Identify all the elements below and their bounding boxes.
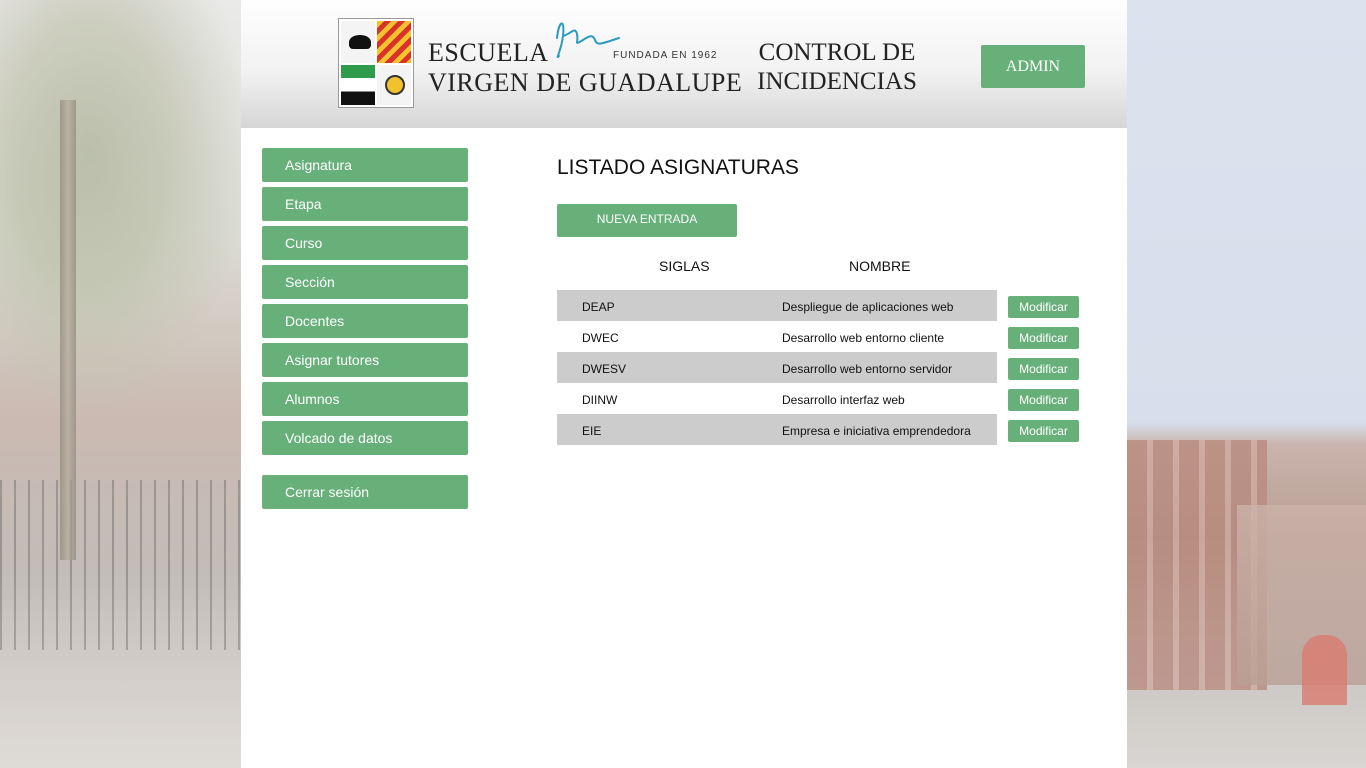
sidebar-item-alumnos[interactable]: Alumnos xyxy=(262,382,468,416)
table-row: DWEC Desarrollo web entorno cliente Modi… xyxy=(557,321,1087,352)
school-name-line2: VIRGEN DE GUADALUPE xyxy=(428,68,743,97)
sidebar-item-curso[interactable]: Curso xyxy=(262,226,468,260)
table-row: DWESV Desarrollo web entorno servidor Mo… xyxy=(557,352,1087,383)
signature-logo xyxy=(556,22,620,58)
modify-button[interactable]: Modificar xyxy=(1008,296,1079,318)
cell-siglas: DWESV xyxy=(582,362,627,376)
cell-siglas: DIINW xyxy=(582,393,618,407)
school-crest-logo xyxy=(338,18,414,108)
table-row: EIE Empresa e iniciativa emprendedora Mo… xyxy=(557,414,1087,445)
subjects-table: DEAP Despliegue de aplicaciones web Modi… xyxy=(557,290,1087,445)
sidebar-item-asignar-tutores[interactable]: Asignar tutores xyxy=(262,343,468,377)
sidebar-menu: Asignatura Etapa Curso Sección Docentes … xyxy=(262,148,468,514)
modify-button[interactable]: Modificar xyxy=(1008,358,1079,380)
rotary-gear-icon xyxy=(385,75,405,95)
cell-nombre: Despliegue de aplicaciones web xyxy=(782,300,954,314)
founded-text: FUNDADA EN 1962 xyxy=(613,50,718,61)
app-title-line1: CONTROL DE xyxy=(758,39,916,66)
sidebar-item-volcado-datos[interactable]: Volcado de datos xyxy=(262,421,468,455)
column-header-siglas: SIGLAS xyxy=(659,258,710,274)
cell-siglas: DWEC xyxy=(582,331,619,345)
background-fence xyxy=(0,480,241,650)
page-title: LISTADO ASIGNATURAS xyxy=(557,156,799,179)
background-photo-right xyxy=(1127,0,1366,768)
cell-nombre: Desarrollo web entorno servidor xyxy=(782,362,953,376)
background-sculpture xyxy=(1302,635,1347,705)
modify-button[interactable]: Modificar xyxy=(1008,389,1079,411)
cell-nombre: Empresa e iniciativa emprendedora xyxy=(782,424,971,438)
cell-siglas: DEAP xyxy=(582,300,615,314)
cell-siglas: EIE xyxy=(582,424,602,438)
modify-button[interactable]: Modificar xyxy=(1008,327,1079,349)
sidebar-item-docentes[interactable]: Docentes xyxy=(262,304,468,338)
background-photo-left xyxy=(0,0,241,768)
table-row: DIINW Desarrollo interfaz web Modificar xyxy=(557,383,1087,414)
column-header-nombre: NOMBRE xyxy=(849,258,911,274)
app-title: CONTROL DE INCIDENCIAS xyxy=(737,38,937,96)
app-title-line2: INCIDENCIAS xyxy=(757,68,917,95)
page-container: ESCUELA VIRGEN DE GUADALUPE FUNDADA EN 1… xyxy=(241,0,1127,768)
modify-button[interactable]: Modificar xyxy=(1008,420,1079,442)
admin-button[interactable]: ADMIN xyxy=(981,45,1085,88)
table-row: DEAP Despliegue de aplicaciones web Modi… xyxy=(557,290,1087,321)
cell-nombre: Desarrollo web entorno cliente xyxy=(782,331,945,345)
cell-nombre: Desarrollo interfaz web xyxy=(782,393,905,407)
logout-button[interactable]: Cerrar sesión xyxy=(262,475,468,509)
sidebar-item-etapa[interactable]: Etapa xyxy=(262,187,468,221)
sidebar-item-asignatura[interactable]: Asignatura xyxy=(262,148,468,182)
new-entry-button[interactable]: NUEVA ENTRADA xyxy=(557,204,737,237)
sidebar-item-seccion[interactable]: Sección xyxy=(262,265,468,299)
header: ESCUELA VIRGEN DE GUADALUPE FUNDADA EN 1… xyxy=(241,0,1127,128)
